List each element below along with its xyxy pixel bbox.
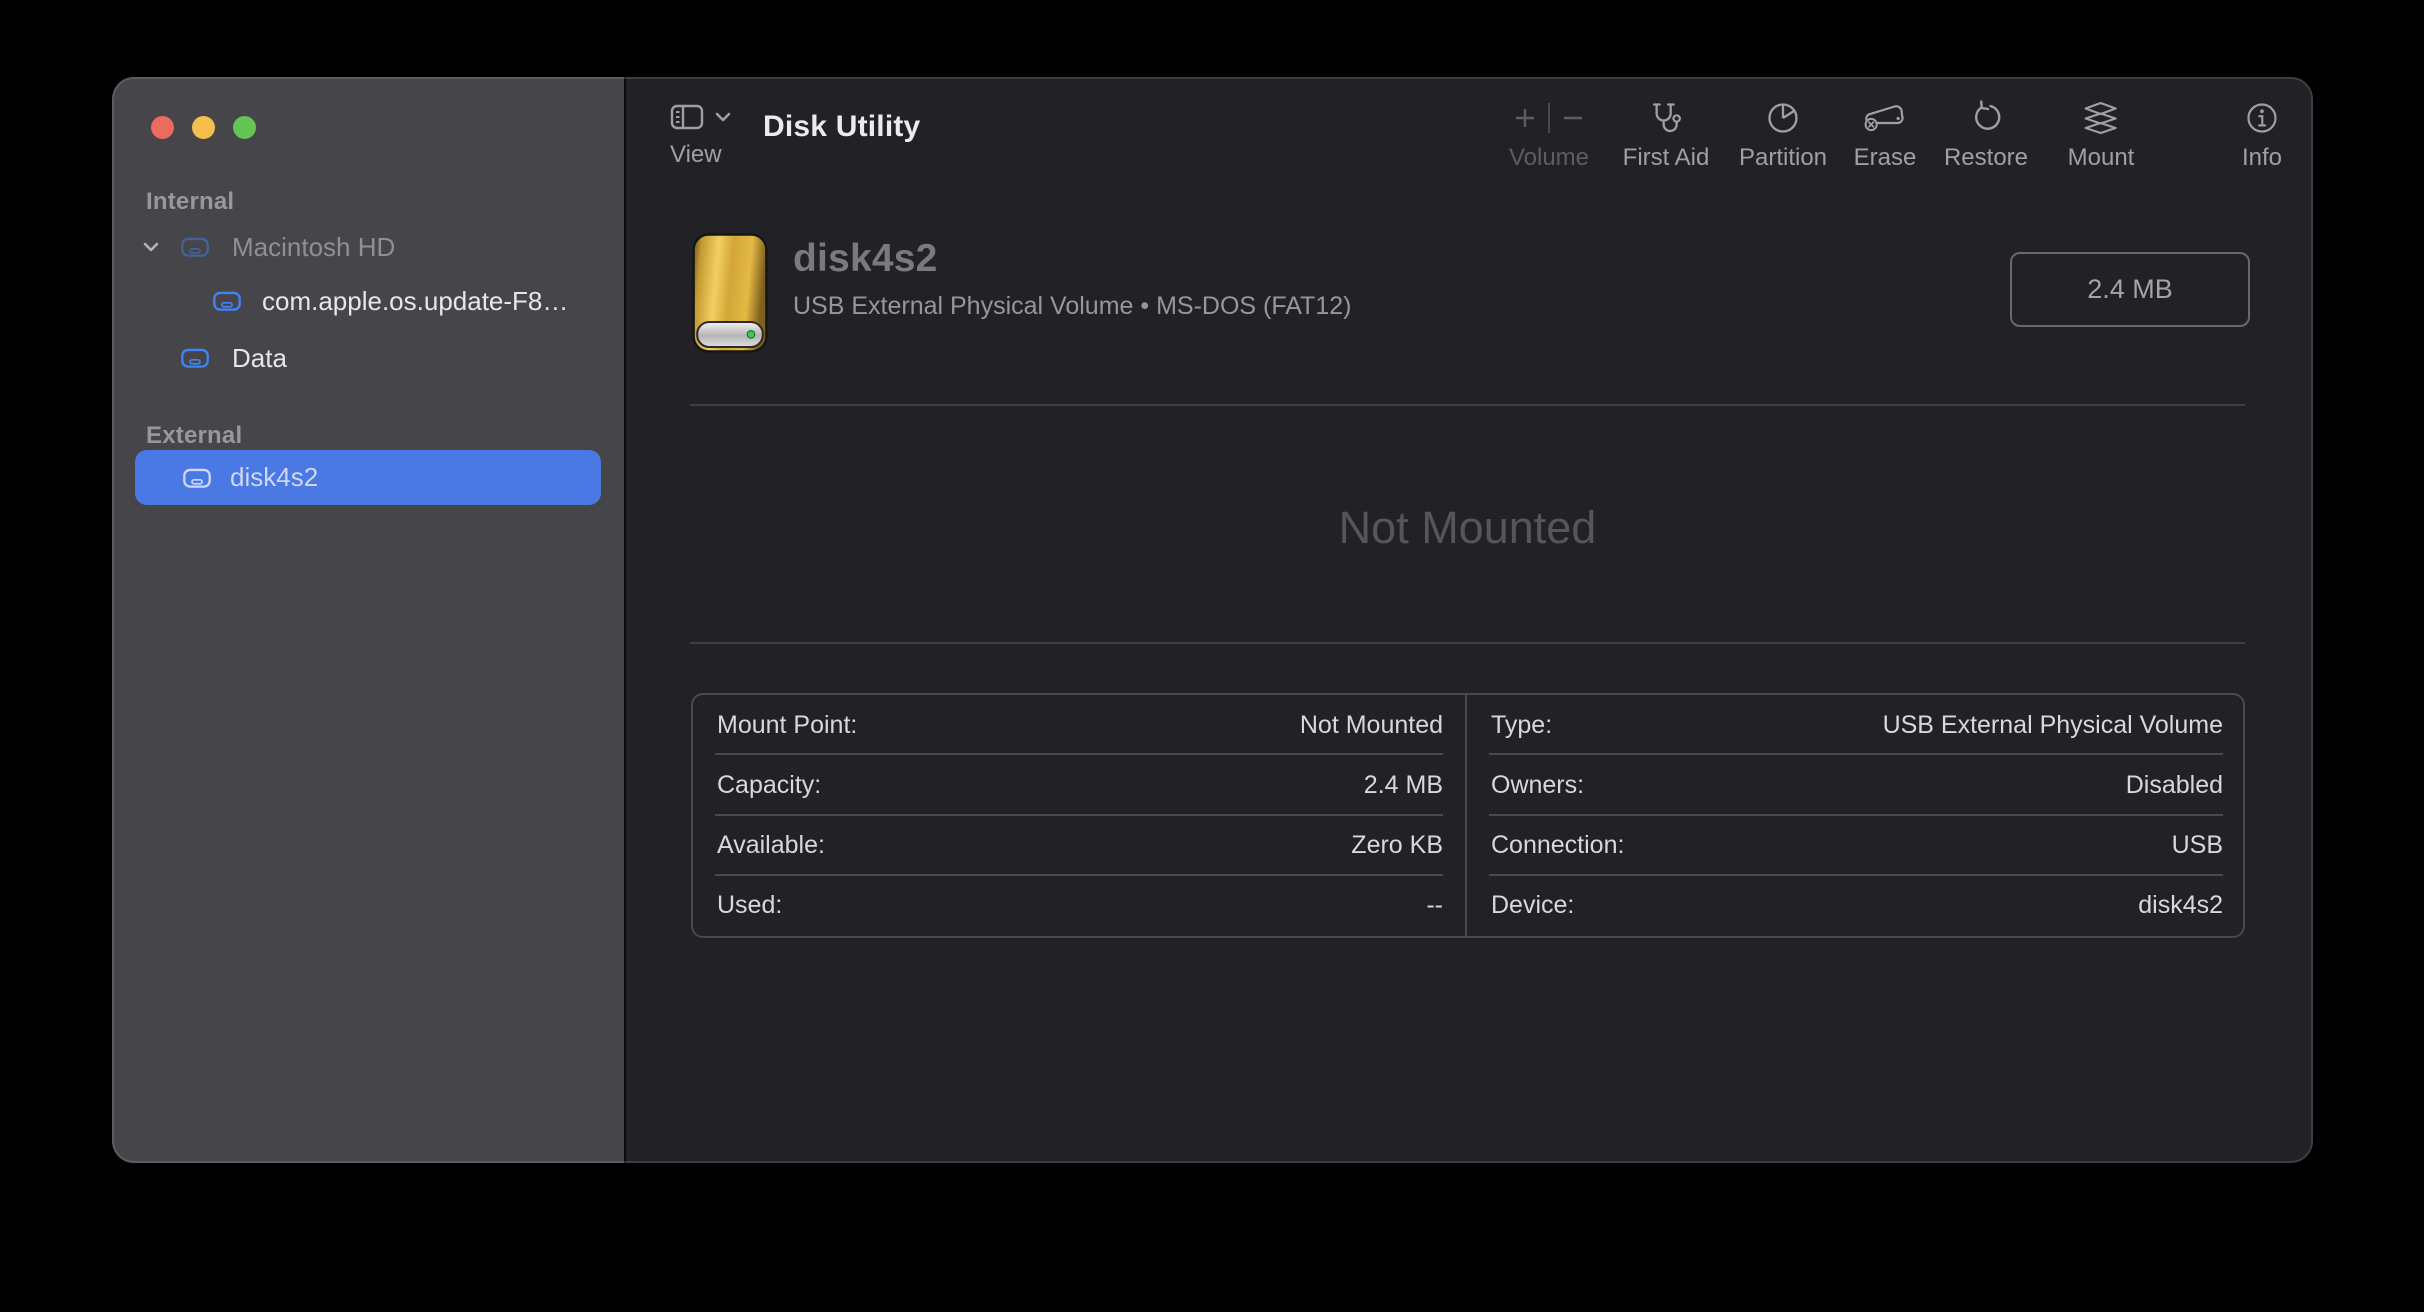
divider	[690, 404, 2245, 406]
sidebar-item-os-update[interactable]: com.apple.os.update-F8…	[112, 274, 624, 328]
table-row: Capacity: 2.4 MB	[693, 755, 1465, 815]
table-row: Owners: Disabled	[1467, 755, 2245, 815]
sidebar-item-disk4s2[interactable]: disk4s2	[112, 450, 624, 505]
sidebar-item-macintosh-hd[interactable]: Macintosh HD	[112, 220, 624, 274]
close-button[interactable]	[151, 116, 174, 139]
row-value: --	[1426, 891, 1443, 920]
toolbar-button-label: Volume	[1509, 144, 1589, 172]
erase-button[interactable]: Erase	[1854, 97, 1917, 172]
minimize-button[interactable]	[192, 116, 215, 139]
toolbar-button-label: Mount	[2068, 144, 2135, 172]
row-label: Type:	[1491, 711, 1552, 740]
disk-icon	[212, 289, 242, 313]
disk-icon	[180, 346, 210, 370]
row-label: Owners:	[1491, 771, 1584, 800]
first-aid-button[interactable]: First Aid	[1623, 97, 1710, 172]
sidebar-panel-icon	[670, 102, 704, 132]
table-row: Type: USB External Physical Volume	[1467, 695, 2245, 755]
zoom-button[interactable]	[233, 116, 256, 139]
table-row: Device: disk4s2	[1467, 876, 2245, 936]
info-circle-icon	[2244, 97, 2280, 139]
disk-icon	[182, 466, 212, 490]
toolbar-button-label: Partition	[1739, 144, 1827, 172]
sidebar-item-label: Data	[232, 343, 287, 374]
mount-stack-icon	[2081, 97, 2121, 139]
app-title: Disk Utility	[763, 110, 920, 144]
table-row: Connection: USB	[1467, 816, 2245, 876]
size-badge: 2.4 MB	[2010, 252, 2250, 327]
toolbar-button-label: First Aid	[1623, 144, 1710, 172]
divider	[690, 642, 2245, 644]
chevron-down-icon[interactable]	[140, 236, 162, 258]
volume-subtitle: USB External Physical Volume • MS-DOS (F…	[793, 292, 1351, 321]
details-table: Mount Point: Not Mounted Capacity: 2.4 M…	[691, 693, 2245, 938]
stethoscope-icon	[1646, 97, 1686, 139]
sidebar-section-internal: Internal	[146, 188, 234, 216]
table-row: Used: --	[693, 876, 1465, 936]
plus-minus-icon	[1512, 97, 1586, 139]
row-value: USB	[2172, 831, 2223, 860]
volume-title: disk4s2	[793, 237, 938, 281]
row-label: Used:	[717, 891, 782, 920]
row-label: Capacity:	[717, 771, 821, 800]
screen: Internal Macintosh HD com.apple.os.updat…	[0, 0, 2424, 1312]
row-value: disk4s2	[2138, 891, 2223, 920]
details-column-right: Type: USB External Physical Volume Owner…	[1465, 695, 2245, 936]
status-message: Not Mounted	[690, 502, 2245, 554]
info-button[interactable]: Info	[2242, 97, 2282, 172]
row-value: Not Mounted	[1300, 711, 1443, 740]
row-value: Zero KB	[1351, 831, 1443, 860]
table-row: Available: Zero KB	[693, 816, 1465, 876]
erase-disk-icon	[1862, 97, 1908, 139]
restore-button[interactable]: Restore	[1944, 97, 2028, 172]
restore-arrow-icon	[1967, 97, 2005, 139]
row-value: 2.4 MB	[1364, 771, 1443, 800]
partition-button[interactable]: Partition	[1739, 97, 1827, 172]
row-value: Disabled	[2126, 771, 2223, 800]
row-label: Mount Point:	[717, 711, 857, 740]
disk-utility-window: Internal Macintosh HD com.apple.os.updat…	[112, 77, 2313, 1163]
sidebar: Internal Macintosh HD com.apple.os.updat…	[112, 77, 626, 1163]
volume-button[interactable]: Volume	[1509, 97, 1589, 172]
row-value: USB External Physical Volume	[1883, 711, 2223, 740]
sidebar-item-label: disk4s2	[230, 462, 318, 493]
toolbar-button-label: Erase	[1854, 144, 1917, 172]
toolbar-button-label: Restore	[1944, 144, 2028, 172]
pie-chart-icon	[1764, 97, 1802, 139]
traffic-lights	[151, 116, 256, 139]
sidebar-item-label: com.apple.os.update-F8…	[262, 286, 568, 317]
sidebar-item-data[interactable]: Data	[112, 331, 624, 385]
orange-external-drive-icon	[692, 233, 768, 353]
view-button-label: View	[670, 141, 732, 169]
row-label: Available:	[717, 831, 825, 860]
row-label: Connection:	[1491, 831, 1624, 860]
chevron-down-icon	[714, 111, 732, 123]
sidebar-section-external: External	[146, 422, 242, 450]
details-column-left: Mount Point: Not Mounted Capacity: 2.4 M…	[693, 695, 1465, 936]
mount-button[interactable]: Mount	[2068, 97, 2135, 172]
main-area: View Disk Utility Volume First Aid	[626, 77, 2313, 1163]
row-label: Device:	[1491, 891, 1574, 920]
view-button[interactable]: View	[670, 99, 732, 169]
toolbar-button-label: Info	[2242, 144, 2282, 172]
disk-icon	[180, 235, 210, 259]
table-row: Mount Point: Not Mounted	[693, 695, 1465, 755]
sidebar-item-label: Macintosh HD	[232, 232, 395, 263]
